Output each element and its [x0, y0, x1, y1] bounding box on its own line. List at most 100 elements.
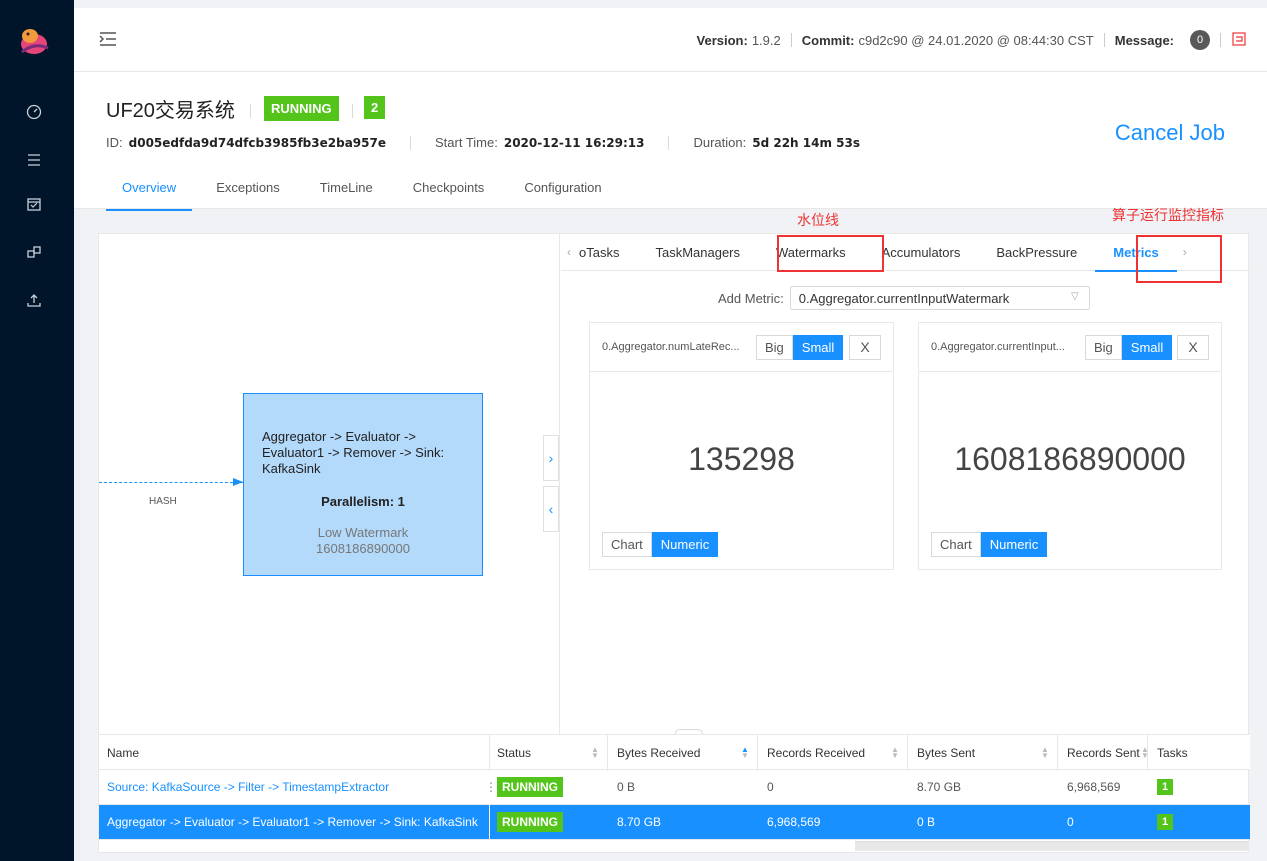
commit-value: c9d2c90 @ 24.01.2020 @ 08:44:30 CST — [858, 32, 1094, 48]
tab-timeline[interactable]: TimeLine — [304, 178, 389, 211]
job-meta: ID: d005edfda9d74dfcb3985fb3e2ba957e Sta… — [106, 135, 860, 150]
col-records-received[interactable]: Records Received — [767, 735, 865, 771]
bytes-received: 8.70 GB — [617, 815, 662, 829]
tab-checkpoints[interactable]: Checkpoints — [397, 178, 501, 211]
numeric-button[interactable]: Numeric — [980, 532, 1048, 557]
node-watermark: Low Watermark 1608186890000 — [244, 525, 482, 557]
col-records-sent[interactable]: Records Sent — [1067, 735, 1140, 771]
close-metric-button[interactable]: X — [849, 335, 881, 360]
cancel-job-button[interactable]: Cancel Job — [1115, 120, 1225, 146]
subtab-taskmanagers[interactable]: TaskManagers — [637, 234, 758, 271]
add-metric-select[interactable]: 0.Aggregator.currentInputWatermark ▽ — [789, 286, 1090, 310]
metric-value: 135298 — [688, 441, 795, 477]
records-received: 6,968,569 — [767, 815, 821, 829]
sort-icon[interactable]: ▲ ▼ — [591, 746, 599, 760]
vertex-name[interactable]: Source: KafkaSource -> Filter -> Timesta… — [107, 770, 389, 804]
flink-logo-icon[interactable] — [16, 22, 52, 58]
task-managers-icon[interactable] — [22, 240, 46, 264]
job-tabs: Overview Exceptions TimeLine Checkpoints… — [106, 178, 626, 211]
table-row[interactable]: Source: KafkaSource -> Filter -> Timesta… — [99, 770, 1250, 805]
graph-edge — [99, 482, 243, 484]
horizontal-scrollbar[interactable] — [855, 841, 1249, 851]
message-label: Message: — [1114, 32, 1174, 48]
subtab-subtasks[interactable]: oTasks — [577, 234, 637, 271]
submit-upload-icon[interactable] — [22, 288, 46, 312]
node-parallelism: Parallelism: 1 — [321, 494, 405, 509]
sort-icon[interactable]: ▲ ▼ — [741, 746, 749, 760]
col-tasks[interactable]: Tasks — [1157, 735, 1188, 771]
job-graph[interactable]: HASH Aggregator -> Evaluator -> Evaluato… — [99, 234, 560, 734]
graph-node[interactable]: Aggregator -> Evaluator -> Evaluator1 ->… — [243, 393, 483, 576]
job-id-value: d005edfda9d74dfcb3985fb3e2ba957e — [128, 135, 386, 150]
metric-name: 0.Aggregator.numLateRec... — [602, 341, 740, 353]
big-button[interactable]: Big — [756, 335, 793, 360]
chart-button[interactable]: Chart — [931, 532, 981, 557]
metrics-annotation: 算子运行监控指标 — [1112, 207, 1224, 223]
bytes-received: 0 B — [617, 780, 636, 794]
table-row[interactable]: Aggregator -> Evaluator -> Evaluator1 ->… — [99, 805, 1250, 840]
collapse-left-icon[interactable]: ‹ — [543, 486, 559, 532]
col-status[interactable]: Status — [497, 735, 531, 771]
message-count-badge[interactable]: 0 — [1190, 30, 1210, 50]
col-bytes-received[interactable]: Bytes Received — [617, 735, 700, 771]
close-metric-button[interactable]: X — [1177, 335, 1209, 360]
vertex-name[interactable]: Aggregator -> Evaluator -> Evaluator1 ->… — [107, 805, 478, 839]
col-name[interactable]: Name — [107, 735, 139, 771]
metric-name: 0.Aggregator.currentInput... — [931, 341, 1065, 353]
tasks-badge: 1 — [1157, 779, 1174, 795]
top-bar: Version: 1.9.2 Commit: c9d2c90 @ 24.01.2… — [74, 0, 1267, 72]
watermarks-highlight-box — [777, 235, 884, 272]
col-bytes-sent[interactable]: Bytes Sent — [917, 735, 975, 771]
numeric-button[interactable]: Numeric — [651, 532, 719, 557]
tab-configuration[interactable]: Configuration — [508, 178, 617, 211]
view-toggle: Chart Numeric — [602, 532, 719, 557]
add-metric-value: 0.Aggregator.currentInputWatermark — [798, 291, 1010, 306]
commit-label: Commit: — [801, 32, 855, 48]
tab-overview[interactable]: Overview — [106, 178, 193, 211]
status-badge: RUNNING — [497, 777, 563, 797]
add-metric-label: Add Metric: — [718, 290, 784, 306]
edge-arrow-icon — [233, 478, 243, 486]
calendar-icon[interactable] — [22, 192, 46, 216]
records-sent: 6,968,569 — [1067, 780, 1121, 794]
status-badge: RUNNING — [497, 812, 563, 832]
duration-label: Duration: — [693, 135, 747, 150]
jobs-list-icon[interactable] — [22, 148, 46, 172]
start-time-label: Start Time: — [434, 135, 498, 150]
size-toggle: Big Small — [756, 335, 844, 360]
watermark-annotation: 水位线 — [797, 212, 839, 228]
dashboard-icon[interactable] — [22, 100, 46, 124]
running-tasks-count-badge: 2 — [364, 96, 386, 119]
job-overview-panel: HASH Aggregator -> Evaluator -> Evaluato… — [98, 233, 1250, 853]
small-button[interactable]: Small — [792, 335, 844, 360]
node-watermark-value: 1608186890000 — [316, 541, 410, 556]
chart-button[interactable]: Chart — [602, 532, 652, 557]
version-value: 1.9.2 — [751, 32, 781, 48]
size-toggle: Big Small — [1085, 335, 1173, 360]
view-toggle: Chart Numeric — [931, 532, 1048, 557]
table-header: Name Status ▲ ▼ Bytes Received ▲ ▼ Records… — [99, 734, 1250, 771]
small-button[interactable]: Small — [1121, 335, 1173, 360]
metric-card: 0.Aggregator.numLateRec... Big Small X 1… — [589, 322, 894, 570]
expand-right-icon[interactable]: › — [543, 435, 559, 481]
job-header: UF20交易系统 RUNNING 2 ID: d005edfda9d74dfcb… — [74, 72, 1267, 211]
edge-label: HASH — [149, 496, 177, 507]
column-resize-handle[interactable]: ⋮ — [485, 770, 497, 804]
logout-icon[interactable] — [1231, 31, 1247, 50]
metric-card-header: 0.Aggregator.numLateRec... Big Small X — [590, 323, 893, 372]
node-detail-pane: ‹ oTasks TaskManagers Watermarks Accumul… — [561, 234, 1250, 734]
duration-value: 5d 22h 14m 53s — [752, 135, 860, 150]
sort-icon[interactable]: ▲ ▼ — [891, 746, 899, 760]
big-button[interactable]: Big — [1085, 335, 1122, 360]
subtab-backpressure[interactable]: BackPressure — [978, 234, 1095, 271]
sort-icon[interactable]: ▲ ▼ — [1041, 746, 1049, 760]
tabs-scroll-left-icon[interactable]: ‹ — [561, 245, 577, 259]
node-name: Aggregator -> Evaluator -> Evaluator1 ->… — [262, 429, 445, 476]
menu-fold-icon[interactable] — [98, 30, 118, 48]
bytes-sent: 8.70 GB — [917, 780, 962, 794]
sidebar — [0, 0, 74, 861]
metric-card-header: 0.Aggregator.currentInput... Big Small X — [919, 323, 1221, 372]
bytes-sent: 0 B — [917, 815, 936, 829]
tab-exceptions[interactable]: Exceptions — [200, 178, 296, 211]
node-watermark-label: Low Watermark — [317, 525, 409, 540]
